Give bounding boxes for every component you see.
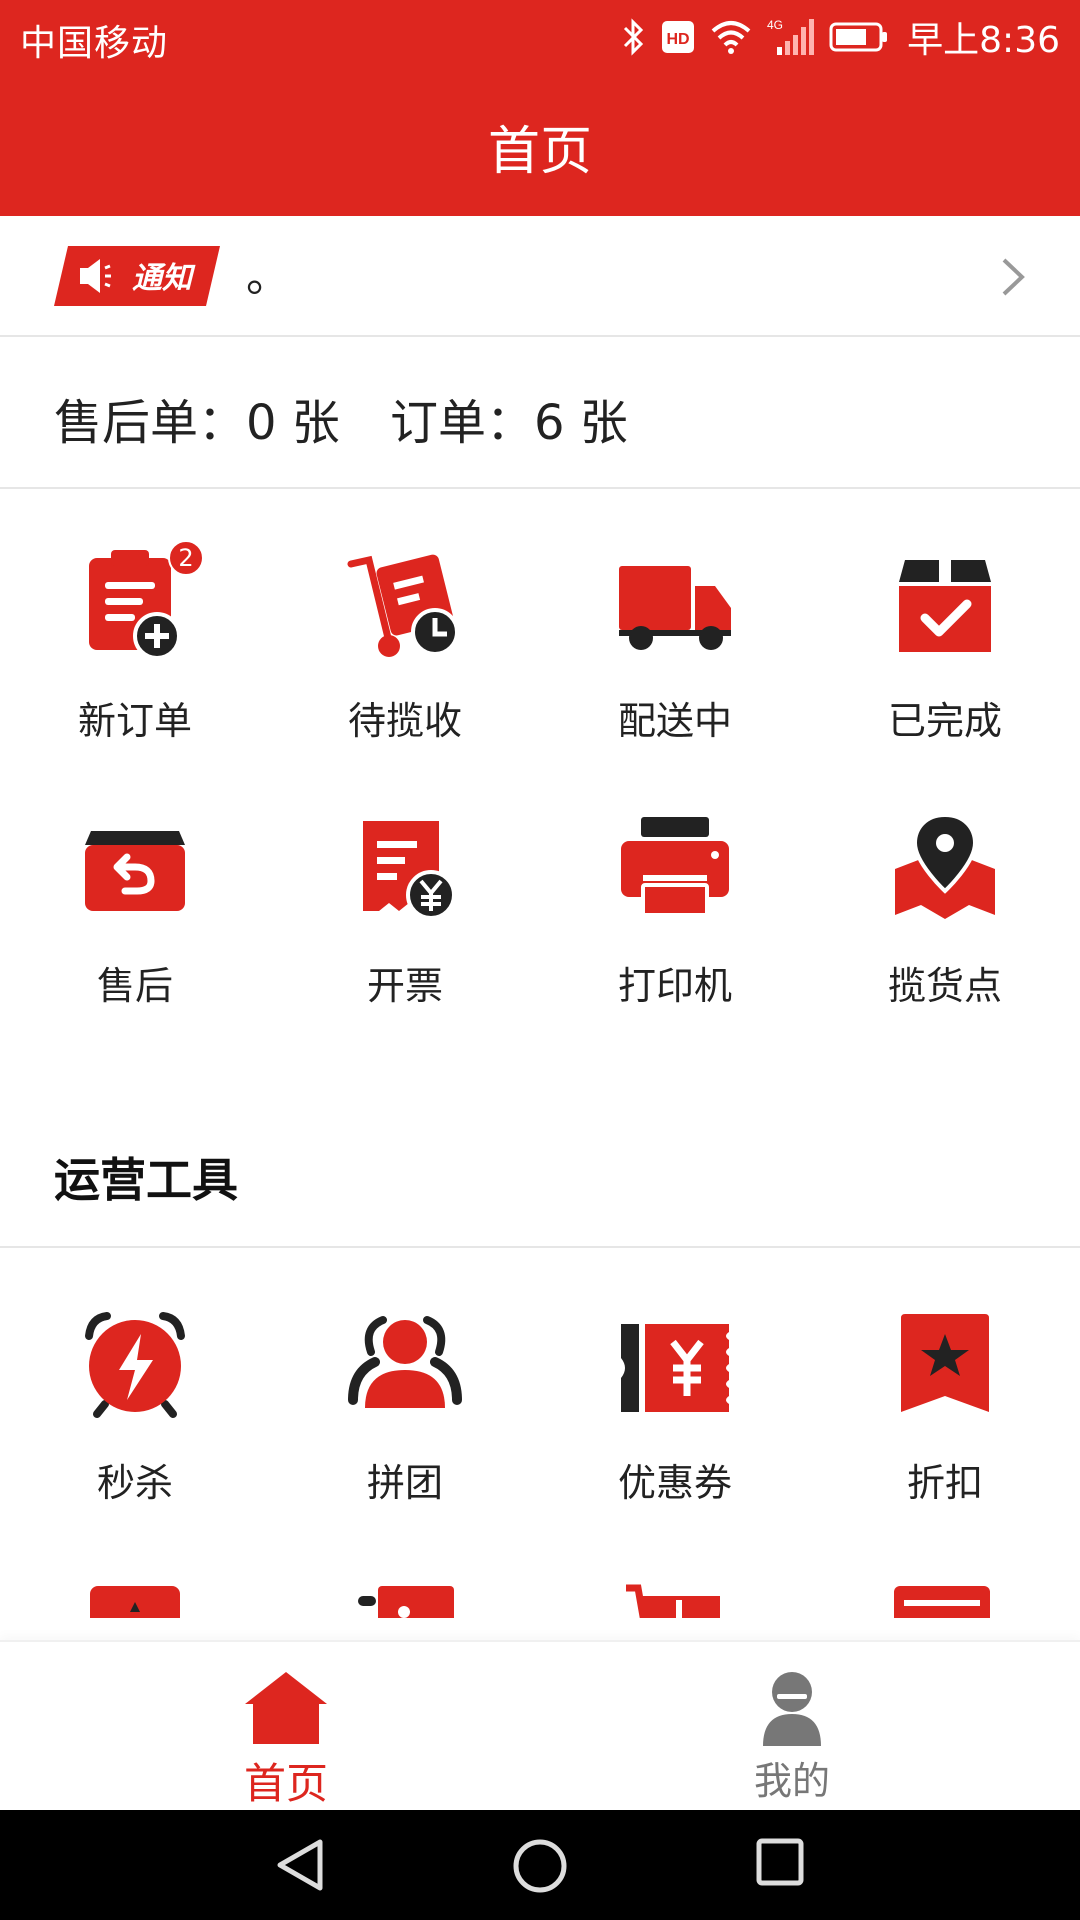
grid-item-printer[interactable]: 打印机 [540,811,810,1051]
tool-icon-partial [626,1584,720,1618]
tool-item-discount[interactable]: 折扣 [810,1308,1080,1548]
tool-item-flash-sale[interactable]: 秒杀 [0,1308,270,1548]
signal-icon: 4G [767,18,815,55]
notice-text: 。 [246,251,290,302]
app-header: 首页 [0,74,1080,216]
discount-icon [901,1314,989,1412]
tool-icon-partial [358,1586,454,1618]
order-counts: 售后单：0 张 订单：6 张 [0,337,1080,489]
pickup-point-icon [895,812,995,919]
invoice-icon [363,821,456,920]
grid-item-new-order[interactable]: 2 新订单 [0,540,270,786]
page-title: 首页 [487,122,592,182]
delivery-truck-icon [619,566,731,650]
system-nav-bar [0,1810,1080,1920]
tab-home[interactable]: 首页 [16,1642,556,1812]
group-buy-icon [348,1316,462,1408]
grid-item-label: 揽货点 [887,964,1002,1008]
grid-item-label: 新订单 [77,699,192,743]
bluetooth-icon [624,18,644,56]
status-time: 早上8:36 [907,20,1060,61]
after-sale-count[interactable]: 售后单：0 张 [54,383,340,453]
status-bar: 中国移动 HD 4G 早上8:36 [0,0,1080,74]
grid-item-completed[interactable]: 已完成 [810,546,1080,786]
new-order-badge: 2 [168,540,204,576]
tab-label: 我的 [753,1759,830,1803]
tab-profile[interactable]: 我的 [522,1642,1062,1812]
carrier-name: 中国移动 [20,23,169,64]
order-count[interactable]: 订单：6 张 [390,383,628,453]
home-circle-icon[interactable] [512,1838,568,1894]
grid-item-invoice[interactable]: 开票 [270,811,540,1051]
grid-item-label: 售后 [96,964,173,1008]
tool-item-coupon[interactable]: 优惠券 [540,1308,810,1548]
svg-text:4G: 4G [767,18,783,32]
grid-item-label: 待揽收 [347,699,462,743]
printer-icon [621,817,729,917]
wifi-icon [711,21,751,54]
grid-item-pickup-point[interactable]: 揽货点 [810,811,1080,1051]
pending-pickup-icon [347,554,459,657]
flash-sale-icon [85,1312,185,1418]
notice-bar[interactable]: 通知 。 [0,216,1080,337]
grid-item-label: 配送中 [617,699,732,743]
tool-item-label: 优惠券 [617,1461,732,1505]
coupon-icon [621,1324,729,1412]
recent-apps-icon[interactable] [756,1838,804,1886]
status-icons: HD 4G 早上8:36 [621,10,1060,64]
grid-item-pending-pickup[interactable]: 待揽收 [270,546,540,786]
tool-item-label: 秒杀 [96,1461,173,1505]
after-sale-icon [85,831,185,911]
tools-grid-next-row [0,1578,1080,1618]
tool-item-label: 拼团 [366,1461,443,1505]
tool-item-label: 折扣 [906,1461,983,1505]
grid-item-after-sale[interactable]: 售后 [0,811,270,1051]
svg-text:通知: 通知 [132,261,196,296]
home-icon [245,1672,327,1744]
grid-item-label: 已完成 [887,699,1002,743]
tool-item-group-buy[interactable]: 拼团 [270,1308,540,1548]
tool-icon-partial [894,1586,990,1618]
completed-box-icon [899,560,991,652]
grid-item-label: 开票 [366,964,443,1008]
grid-item-label: 打印机 [617,964,732,1008]
back-icon[interactable] [274,1838,326,1892]
chevron-right-icon[interactable] [998,254,1028,300]
grid-item-delivering[interactable]: 配送中 [540,546,810,786]
bottom-tab-bar: 首页 我的 [0,1640,1080,1812]
tool-icon-partial [90,1586,180,1618]
svg-text:HD: HD [667,31,690,48]
tab-label: 首页 [243,1759,328,1808]
section-divider [0,1246,1080,1248]
tools-section-title: 运营工具 [54,1153,238,1207]
notice-badge: 通知 [54,246,220,306]
battery-icon [829,22,888,52]
hd-icon: HD [662,21,695,53]
profile-icon [763,1672,821,1746]
